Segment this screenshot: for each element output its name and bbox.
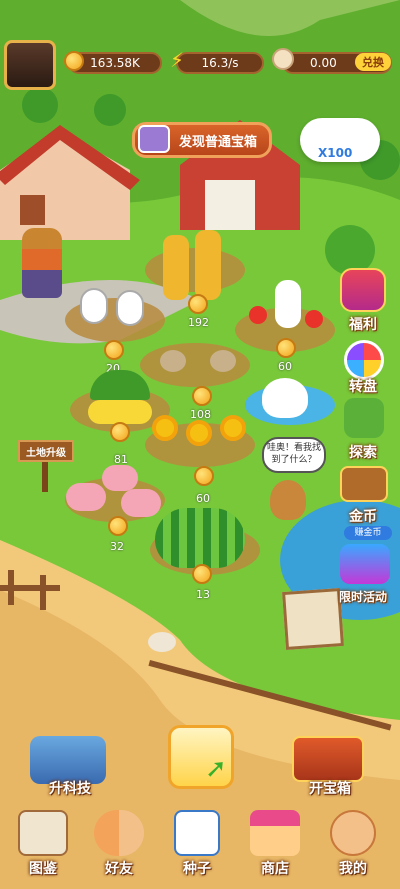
watermelon-plot[interactable] [155, 508, 245, 568]
sunflower-count: 60 [196, 492, 210, 505]
welfare-gift-icon[interactable] [340, 268, 386, 312]
exchange-label: 兑换 [362, 56, 384, 69]
strawberry-icon [249, 306, 267, 324]
nav-item-me[interactable]: 我的 [322, 810, 384, 886]
banana-icon [88, 400, 152, 424]
watermelon-count: 13 [196, 588, 210, 601]
shop-icon [250, 810, 300, 856]
treasure-chest-large-icon[interactable] [292, 736, 364, 782]
flowers-plot[interactable] [160, 330, 240, 380]
exchange-button[interactable]: 兑换 [355, 53, 391, 71]
gold-button[interactable]: 金币 [334, 506, 392, 526]
limited-event-icon[interactable] [340, 544, 390, 584]
coin-drop-icon[interactable] [188, 294, 208, 314]
checklist-icon [174, 810, 220, 856]
sunflower-icon [152, 415, 178, 441]
tech-machine-icon[interactable] [30, 736, 106, 784]
speech-bubble: 哇奥！看我找到了什么？ [262, 437, 326, 473]
cactus-icon[interactable] [344, 398, 384, 438]
roulette-wheel-icon[interactable] [344, 340, 384, 380]
gift-hand-icon [272, 48, 294, 70]
treasure-chest-icon [138, 125, 170, 153]
sunflower-icon [186, 420, 212, 446]
pig-count: 81 [114, 453, 128, 466]
earn-gold-badge: 赚金币 [344, 526, 392, 540]
swan-icon [275, 280, 301, 328]
nav-item-seeds[interactable]: 种子 [166, 810, 228, 886]
giraffe-count: 192 [188, 316, 209, 329]
banana-plot[interactable] [80, 370, 160, 430]
rate-value: 16.3/s [201, 56, 239, 70]
player-avatar[interactable] [4, 40, 56, 90]
small-animal [148, 632, 176, 652]
book-icon [18, 810, 68, 856]
harvest-hand-button[interactable]: ➚ [168, 725, 234, 789]
coin-drop-icon[interactable] [192, 564, 212, 584]
gold-chest-icon[interactable] [340, 466, 388, 502]
limited-event-button[interactable]: 限时活动 [326, 588, 400, 605]
coin-drop-icon[interactable] [104, 340, 124, 360]
nav-item-catalog[interactable]: 图鉴 [12, 810, 74, 886]
pond-swan[interactable] [262, 378, 308, 418]
speech-text: 哇奥！看我找到了什么？ [267, 443, 322, 465]
rabbit-icon [116, 290, 144, 326]
roulette-button[interactable]: 转盘 [334, 376, 392, 396]
coin-icon [64, 51, 84, 71]
rabbit-icon [80, 288, 108, 324]
discover-chest-label: 发现普通宝箱 [178, 134, 257, 150]
upgrade-tech-button[interactable]: 升科技 [34, 778, 106, 798]
pig-icon [66, 483, 106, 511]
pig-count-2: 32 [110, 540, 124, 553]
pig-icon [121, 489, 161, 517]
nav-label-seeds: 种子 [183, 861, 211, 877]
sunflower-icon [220, 415, 246, 441]
rabbits-plot[interactable] [80, 280, 150, 330]
nav-label-me: 我的 [339, 861, 367, 877]
nav-item-friends[interactable]: 好友 [88, 810, 150, 886]
strawberry-plot[interactable] [245, 280, 325, 335]
avatar-icon [330, 810, 376, 856]
mushroom-icon [160, 350, 186, 372]
open-chest-button[interactable]: 开宝箱 [294, 778, 366, 798]
cloud-counter: X100 [318, 146, 353, 160]
palm-leaf-icon [90, 370, 150, 400]
mushroom-icon [210, 350, 236, 372]
friends-icon [94, 810, 144, 856]
giraffe-icon [195, 230, 221, 300]
nav-label-friends: 好友 [105, 861, 133, 877]
arrow-up-icon: ➚ [205, 754, 227, 784]
giraffe-icon [163, 235, 189, 300]
land-upgrade-label: 土地升级 [26, 447, 66, 459]
nav-label-catalog: 图鉴 [29, 861, 57, 877]
welfare-button[interactable]: 福利 [334, 314, 392, 334]
coin-value: 163.58K [90, 56, 140, 70]
mole-character[interactable] [270, 480, 306, 520]
coin-drop-icon[interactable] [108, 516, 128, 536]
coin-drop-icon[interactable] [192, 386, 212, 406]
pig-icon [102, 465, 138, 491]
game-scene: 163.58K 16.3/s ⚡ 0.00 兑换 发现普通宝箱 X100 土地升… [0, 0, 400, 889]
sunflower-plot[interactable] [150, 410, 250, 465]
coin-drop-icon[interactable] [276, 338, 296, 358]
coin-drop-icon[interactable] [110, 422, 130, 442]
currency-value: 0.00 [310, 56, 337, 70]
bottom-nav: 图鉴 好友 种子 商店 我的 [0, 800, 400, 889]
rate-counter: 16.3/s [176, 52, 264, 74]
sign-post [42, 462, 48, 492]
strawberry-icon [305, 310, 323, 328]
pigs-plot[interactable] [66, 465, 166, 520]
nav-item-shop[interactable]: 商店 [244, 810, 306, 886]
strawberry-count: 60 [278, 360, 292, 373]
coin-drop-icon[interactable] [194, 466, 214, 486]
lightning-icon: ⚡ [170, 48, 185, 72]
nav-label-shop: 商店 [261, 861, 289, 877]
farmer-character[interactable] [22, 228, 62, 298]
land-upgrade-sign[interactable]: 土地升级 [18, 440, 74, 462]
explore-button[interactable]: 探索 [334, 442, 392, 462]
